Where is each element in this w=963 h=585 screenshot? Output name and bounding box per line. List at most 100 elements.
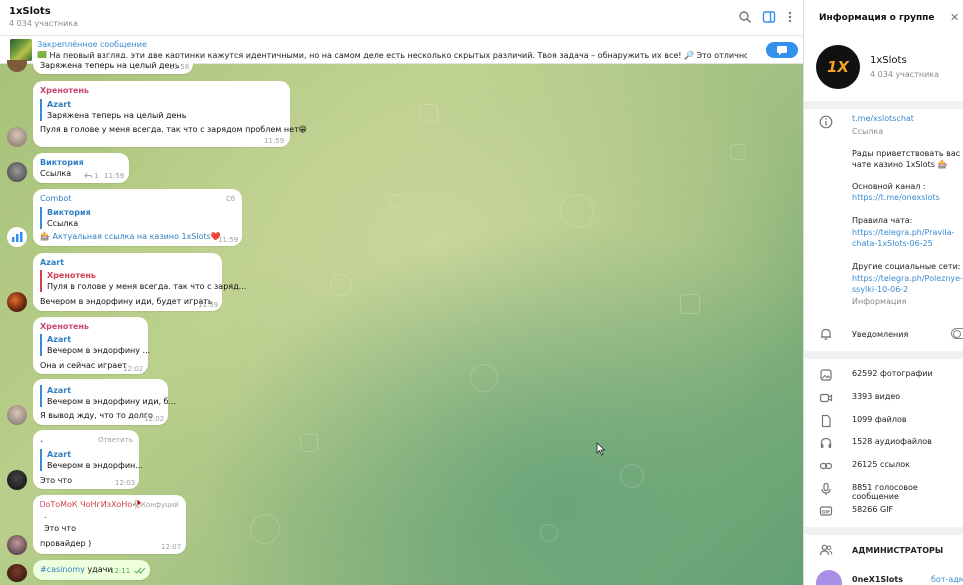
read-checkmarks-icon — [134, 567, 146, 574]
message-bubble[interactable]: . Ответить Azart Вечером в эндорфин... Э… — [33, 430, 143, 489]
message-sender[interactable]: Хренотень — [40, 86, 89, 95]
media-videos[interactable]: 3393 видео — [804, 387, 963, 409]
media-voice[interactable]: 8851 голосовое сообщение — [804, 478, 963, 501]
panel-title: Информация о группе — [819, 13, 935, 23]
quote-text: Вечером в эндорфин... — [47, 461, 143, 470]
reply-quote[interactable]: Хренотень Пуля в голове у меня всегда. т… — [40, 270, 246, 292]
group-name: 1xSlots — [870, 55, 907, 66]
media-label: 1528 аудиофайлов — [852, 437, 932, 446]
more-menu-icon[interactable] — [783, 10, 797, 24]
message-sender[interactable]: Combot — [40, 194, 71, 203]
link-icon — [819, 462, 833, 470]
social-link[interactable]: https://telegra.ph/Poleznye- — [852, 274, 963, 283]
message-time: 12:03 — [115, 479, 136, 487]
message-text: Это что — [44, 524, 76, 533]
file-icon — [821, 414, 831, 428]
message-text: Вечером в эндорфину иди, будет играть — [40, 297, 213, 306]
message-text: #casinomy удачи — [40, 565, 113, 574]
quote-text: Пуля в голове у меня всегда. так что с з… — [47, 282, 247, 291]
chat-header[interactable]: 1xSlots 4 034 участника — [0, 0, 803, 36]
gif-icon: GIF — [819, 506, 833, 516]
reply-button[interactable]: Ответить — [98, 436, 133, 444]
media-photos[interactable]: 62592 фотографии — [804, 364, 963, 386]
avatar[interactable] — [7, 535, 27, 555]
message-bubble-own[interactable]: #casinomy удачи 12:11 — [33, 560, 150, 580]
search-icon[interactable] — [738, 10, 752, 24]
bell-icon — [821, 328, 831, 340]
message-sender[interactable]: Хренотень — [40, 322, 89, 331]
admin-avatar[interactable] — [816, 570, 842, 585]
reply-quote[interactable]: Azart Вечером в эндорфину иди, б... — [40, 385, 176, 407]
quote-text: Вечером в эндорфину ... — [47, 346, 151, 355]
divider — [804, 351, 963, 359]
message-bubble[interactable]: Виктория Ссылка 1 11:59 — [33, 153, 129, 183]
avatar[interactable] — [7, 162, 27, 182]
quote-author: Хренотень — [47, 271, 96, 280]
group-link[interactable]: t.me/xslotschat — [852, 114, 914, 123]
description-line: чате казино 1xSlots 🎰 — [852, 160, 948, 169]
message-time: 12:11 — [110, 567, 131, 575]
message-link[interactable]: 🎰 Актуальная ссылка на казино 1xSlots❤️ — [40, 232, 221, 241]
avatar[interactable] — [7, 227, 27, 247]
notifications-label: Уведомления — [852, 330, 909, 339]
rules-link-cont[interactable]: chata-1xSlots-06-25 — [852, 239, 933, 248]
media-label: 58266 GIF — [852, 505, 894, 514]
quote-text: Ссылка — [47, 219, 79, 228]
reply-arrow-icon — [84, 172, 92, 179]
combot-logo-icon — [12, 232, 23, 242]
message-text: . — [44, 511, 47, 520]
reply-quote[interactable]: Виктория Ссылка — [40, 207, 91, 229]
message-text: Ссылка — [40, 169, 72, 178]
reply-count[interactable]: 1 — [94, 172, 98, 180]
message-bubble[interactable]: ᎠоТоМоК ЧоНгИзХоНо🥀 Конфуций . Это что п… — [33, 495, 186, 554]
message-bubble[interactable]: Azart Хренотень Пуля в голове у меня все… — [33, 253, 246, 311]
avatar[interactable] — [7, 405, 27, 425]
message-sender[interactable]: Виктория — [40, 158, 84, 167]
group-avatar[interactable]: 1X — [816, 45, 860, 89]
reply-quote[interactable]: Azart Вечером в эндорфин... — [40, 449, 143, 471]
chat-member-count: 4 034 участника — [9, 19, 79, 28]
pinned-action-button[interactable] — [766, 42, 798, 58]
message-bubble[interactable]: Combot Сб Виктория Ссылка 🎰 Актуальная с… — [33, 189, 242, 246]
avatar[interactable] — [7, 292, 27, 312]
message-time: 11:59 — [264, 137, 285, 145]
quote-text: Вечером в эндорфину иди, б... — [47, 397, 177, 406]
chat-title[interactable]: 1xSlots — [9, 6, 51, 17]
avatar[interactable] — [7, 564, 27, 582]
reply-quote[interactable]: Azart Заряжена теперь на целый день — [40, 99, 186, 121]
message-bubble[interactable]: Azart Вечером в эндорфину иди, б... Я вы… — [33, 379, 176, 425]
message-bubble[interactable]: Заряжена теперь на целый день 11:58 — [33, 58, 193, 74]
message-time: 11:58 — [169, 63, 190, 71]
chat-pane: 1xSlots 4 034 участника Закреплённое соо… — [0, 0, 803, 585]
message-time: 11:59 — [198, 301, 219, 309]
message-sender[interactable]: Azart — [40, 258, 64, 267]
hashtag-link[interactable]: #casinomy — [40, 565, 85, 574]
message-sender[interactable]: ᎠоТоМоК ЧоНгИзХоНо🥀 — [40, 500, 142, 510]
admin-name[interactable]: 0neX1Slots — [852, 575, 903, 584]
photo-icon — [820, 369, 832, 381]
media-audio[interactable]: 1528 аудиофайлов — [804, 432, 963, 454]
quote-text: Заряжена теперь на целый день — [47, 111, 187, 120]
social-link-cont[interactable]: ssylki-10-06-2 — [852, 285, 908, 294]
admins-icon — [819, 544, 833, 556]
reply-quote[interactable]: Azart Вечером в эндорфину ... — [40, 334, 150, 356]
message-bubble[interactable]: Хренотень Azart Вечером в эндорфину ... … — [33, 317, 150, 374]
media-links[interactable]: 26125 ссылок — [804, 455, 963, 477]
pinned-thumbnail — [10, 39, 32, 61]
message-time: 11:59 — [218, 236, 239, 244]
rules-link[interactable]: https://telegra.ph/Pravila- — [852, 228, 954, 237]
social-label: Другие социальные сети: — [852, 262, 961, 271]
message-sender[interactable]: . — [40, 435, 43, 444]
message-text-part: удачи — [87, 565, 113, 574]
avatar[interactable] — [7, 470, 27, 490]
sidebar-toggle-icon[interactable] — [762, 10, 776, 24]
media-files[interactable]: 1099 файлов — [804, 410, 963, 432]
sender-badge: Конфуций — [141, 501, 179, 509]
message-bubble[interactable]: Хренотень Azart Заряжена теперь на целый… — [33, 81, 307, 147]
notifications-toggle[interactable] — [951, 328, 963, 339]
group-info-panel: Информация о группе ✕ 1X 1xSlots 4 034 у… — [803, 0, 963, 585]
close-icon[interactable]: ✕ — [950, 11, 959, 24]
media-gifs[interactable]: GIF 58266 GIF — [804, 500, 963, 522]
main-channel-link[interactable]: https://t.me/onexslots — [852, 193, 940, 202]
avatar[interactable] — [7, 127, 27, 147]
